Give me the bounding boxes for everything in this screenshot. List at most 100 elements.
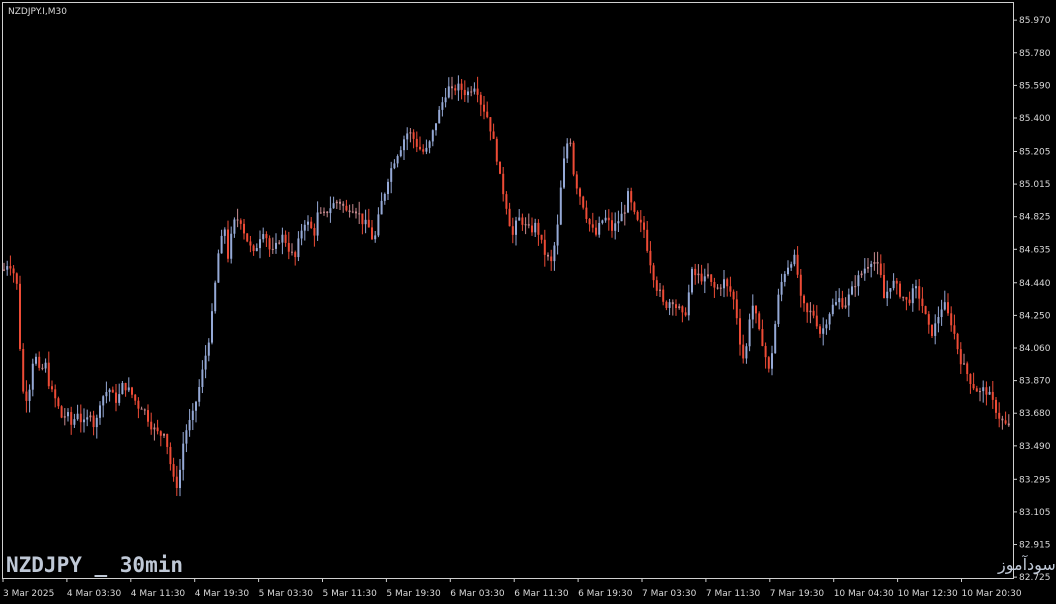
candle-body	[841, 298, 844, 308]
candle-body	[534, 222, 537, 233]
candle-body	[483, 104, 485, 112]
candle-body	[687, 292, 690, 316]
candle-body	[758, 313, 761, 330]
candle-body	[556, 224, 559, 246]
candle-body	[156, 427, 159, 432]
candle-body	[70, 412, 73, 425]
price-tick-label: 83.295	[1019, 475, 1051, 485]
candle-body	[406, 133, 409, 140]
candle-body	[521, 217, 524, 225]
candle-body	[383, 193, 386, 201]
candle-body	[415, 138, 418, 147]
candle-body	[780, 281, 783, 295]
candle-body	[975, 388, 978, 392]
candle-body	[671, 302, 674, 305]
time-tick-label: 5 Mar 19:30	[386, 589, 441, 599]
candle-body	[835, 302, 837, 305]
candle-body	[412, 132, 415, 139]
candle-body	[316, 212, 319, 236]
price-tick-label: 82.725	[1019, 573, 1051, 583]
candle-body	[719, 287, 722, 289]
candle-body	[307, 221, 309, 225]
candle-body	[604, 217, 607, 221]
candle-body	[12, 268, 15, 274]
candle-body	[335, 201, 338, 204]
candle-body	[806, 303, 809, 313]
candle-body	[470, 91, 473, 93]
candle-body	[313, 228, 316, 236]
candle-body	[969, 374, 972, 384]
candle-body	[198, 387, 201, 402]
candle-body	[255, 248, 258, 252]
candle-body	[233, 219, 236, 234]
right-caption: انتشار در سایت سودآموز	[997, 555, 1056, 575]
candle-body	[662, 289, 665, 302]
candle-body	[652, 265, 655, 281]
candle-body	[444, 97, 447, 103]
candle-body	[851, 286, 853, 295]
candle-body	[441, 102, 444, 110]
candle-body	[486, 111, 489, 118]
candle-body	[668, 302, 671, 308]
candle-body	[118, 394, 121, 403]
candle-body	[947, 302, 949, 314]
candle-body	[31, 363, 34, 390]
candle-body	[732, 291, 735, 300]
candle-body	[131, 387, 133, 395]
time-tick-label: 10 Mar 12:30	[898, 589, 958, 599]
candle-body	[134, 394, 137, 401]
candle-body	[809, 310, 812, 313]
candle-body	[540, 234, 543, 240]
candle-body	[876, 262, 879, 264]
candle-body	[627, 191, 629, 213]
candle-body	[812, 310, 815, 316]
candle-body	[60, 406, 63, 418]
candle-body	[649, 250, 652, 266]
candle-body	[79, 413, 82, 423]
candle-body	[655, 280, 658, 291]
left-caption: NZDJPY _ 30min	[6, 553, 183, 577]
price-tick-label: 85.400	[1019, 114, 1051, 124]
candle-body	[774, 324, 777, 354]
candle-body	[553, 245, 556, 262]
candle-body	[127, 387, 130, 391]
candle-body	[246, 233, 249, 242]
candle-body	[630, 191, 633, 203]
candle-body	[547, 254, 549, 257]
time-tick-label: 4 Mar 19:30	[195, 589, 250, 599]
candle-body	[140, 408, 143, 410]
candle-body	[617, 221, 620, 224]
candle-body	[396, 156, 399, 164]
candle-body	[927, 314, 930, 325]
candle-body	[508, 208, 511, 227]
candle-body	[73, 419, 76, 425]
candle-body	[236, 219, 239, 221]
price-tick-label: 83.870	[1019, 377, 1051, 387]
candle-body	[844, 305, 847, 308]
candle-body	[169, 446, 172, 465]
price-tick-label: 84.250	[1019, 311, 1051, 321]
candle-body	[726, 279, 729, 287]
candle-body	[601, 220, 604, 223]
candle-body	[585, 207, 588, 219]
candle-body	[172, 464, 175, 477]
candle-body	[207, 342, 210, 356]
candle-body	[175, 476, 178, 489]
candle-body	[937, 317, 940, 324]
candle-body	[393, 163, 396, 169]
candle-body	[623, 212, 626, 214]
candle-body	[15, 273, 18, 284]
price-chart: 85.970 85.780 85.590 85.400 85.205 85.015 84.8…	[0, 0, 1056, 604]
candle-body	[847, 294, 850, 306]
candle-body	[281, 234, 284, 243]
candle-body	[588, 218, 591, 225]
candle-body	[703, 276, 706, 282]
candle-body	[502, 173, 505, 195]
candle-body	[1007, 423, 1010, 426]
candle-body	[959, 349, 962, 365]
candle-body	[598, 222, 601, 235]
price-tick-label: 84.060	[1019, 344, 1051, 354]
candle-body	[28, 389, 31, 401]
candle-body	[355, 211, 357, 214]
candle-body	[259, 239, 261, 249]
